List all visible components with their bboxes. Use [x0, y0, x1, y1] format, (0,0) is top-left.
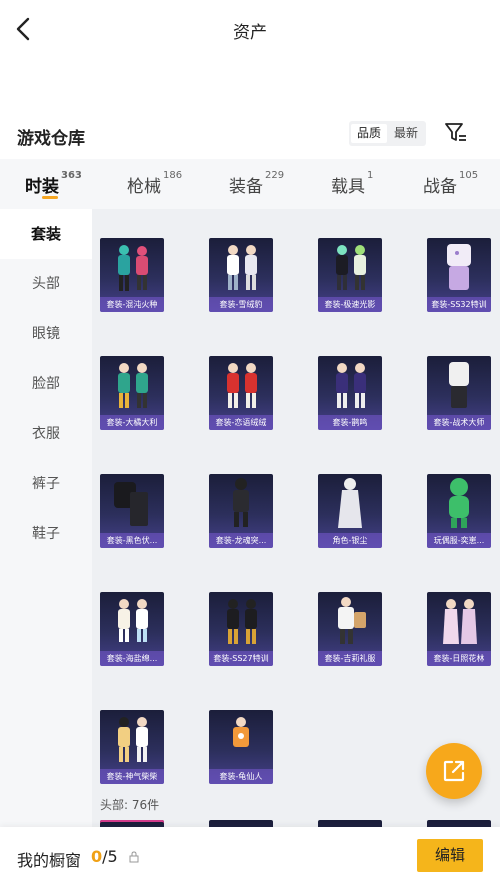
tab-label: 枪械: [127, 177, 161, 197]
showcase-current: 0: [91, 847, 103, 866]
tab-label: 载具: [331, 177, 365, 197]
outfit-thumbnail: [227, 245, 257, 290]
tab-count: 186: [163, 170, 183, 181]
item-card[interactable]: 套装-大橘大利: [100, 356, 164, 430]
tab-vehicles[interactable]: 载具1: [331, 170, 374, 197]
item-card[interactable]: 套装-鹊鸣: [318, 356, 382, 430]
item-card[interactable]: 套装-海盐绵...: [100, 592, 164, 666]
share-icon: [443, 760, 465, 782]
active-tab-indicator: [42, 196, 58, 199]
sidebar-item-face[interactable]: 脸部: [0, 359, 92, 409]
filter-icon[interactable]: [444, 121, 468, 145]
item-card[interactable]: 套装-恋语绒绒: [209, 356, 273, 430]
outfit-thumbnail: [338, 478, 362, 528]
tab-supplies[interactable]: 战备105: [423, 170, 479, 197]
item-name: 套装-恋语绒绒: [209, 415, 273, 430]
item-name: 套装-黑色伏...: [100, 533, 164, 548]
item-card[interactable]: 套装-神气柴柴: [100, 710, 164, 784]
outfit-thumbnail: [338, 597, 366, 644]
sort-toggle: 品质 最新: [349, 121, 426, 146]
item-card[interactable]: 套装-龟仙人: [209, 710, 273, 784]
item-name: 套装-日照花林: [427, 651, 491, 666]
outfit-thumbnail: [449, 478, 469, 528]
outfit-thumbnail: [118, 717, 148, 762]
outfit-thumbnail: [443, 599, 477, 644]
sidebar-item-suits[interactable]: 套装: [0, 209, 92, 259]
sidebar: 套装 头部 眼镜 脸部 衣服 裤子 鞋子: [0, 209, 92, 885]
share-button[interactable]: [426, 743, 482, 799]
outfit-thumbnail: [227, 363, 257, 408]
tab-count: 229: [265, 170, 285, 181]
tab-label: 装备: [229, 177, 263, 197]
category-tabs: 时装363 枪械186 装备229 载具1 战备105: [0, 159, 500, 209]
outfit-thumbnail: [233, 478, 249, 527]
tab-equipment[interactable]: 装备229: [229, 170, 285, 197]
item-card[interactable]: 套装-雪绒豹: [209, 238, 273, 312]
tab-count: 105: [459, 170, 479, 181]
tab-label: 时装: [25, 177, 59, 197]
item-name: 套装-龙魂突...: [209, 533, 273, 548]
outfit-thumbnail: [118, 363, 148, 408]
item-name: 套装-SS32特训: [427, 297, 491, 312]
sidebar-item-clothes[interactable]: 衣服: [0, 409, 92, 459]
item-name: 套装-混沌火种: [100, 297, 164, 312]
item-name: 套装-战术大师: [427, 415, 491, 430]
item-card[interactable]: 套装-黑色伏...: [100, 474, 164, 548]
showcase-total: /5: [102, 847, 118, 866]
sort-latest-button[interactable]: 最新: [388, 124, 424, 143]
item-card[interactable]: 套装-混沌火种: [100, 238, 164, 312]
showcase-count: 0/5: [91, 847, 118, 866]
sidebar-item-pants[interactable]: 裤子: [0, 459, 92, 509]
outfit-thumbnail: [118, 245, 148, 291]
outfit-thumbnail: [233, 717, 249, 747]
item-card[interactable]: 套装-龙魂突...: [209, 474, 273, 548]
showcase-bar: 我的橱窗 0/5 编辑: [0, 827, 500, 885]
sort-quality-button[interactable]: 品质: [351, 124, 387, 143]
item-card[interactable]: 套装-日照花林: [427, 592, 491, 666]
showcase-label: 我的橱窗: [17, 851, 82, 870]
tab-label: 战备: [423, 177, 457, 197]
item-name: 套装-海盐绵...: [100, 651, 164, 666]
sidebar-item-shoes[interactable]: 鞋子: [0, 509, 92, 559]
item-name: 套装-大橘大利: [100, 415, 164, 430]
item-card[interactable]: 角色-银尘: [318, 474, 382, 548]
outfit-thumbnail: [447, 244, 471, 290]
outfit-thumbnail: [118, 599, 148, 642]
item-name: 套装-雪绒豹: [209, 297, 273, 312]
item-name: 套装-吉莉礼服: [318, 651, 382, 666]
top-bar: 资产: [0, 0, 500, 58]
item-name: 角色-银尘: [318, 533, 382, 548]
item-name: 套装-极速光影: [318, 297, 382, 312]
item-card[interactable]: 套装-SS27特训: [209, 592, 273, 666]
item-card[interactable]: 套装-吉莉礼服: [318, 592, 382, 666]
outfit-thumbnail: [114, 482, 148, 526]
tab-count: 1: [367, 170, 374, 181]
page-title: 资产: [233, 23, 267, 43]
item-name: 套装-龟仙人: [209, 769, 273, 784]
section-head-count: 头部: 76件: [100, 798, 160, 812]
tab-count: 363: [61, 170, 82, 181]
tab-fashion[interactable]: 时装363: [25, 170, 82, 197]
lock-icon: [129, 851, 139, 863]
item-name: 套装-鹊鸣: [318, 415, 382, 430]
item-name: 套装-神气柴柴: [100, 769, 164, 784]
edit-button[interactable]: 编辑: [417, 839, 483, 872]
outfit-thumbnail: [449, 362, 469, 408]
warehouse-title: 游戏仓库: [17, 129, 85, 149]
outfit-thumbnail: [336, 245, 366, 290]
sidebar-item-glasses[interactable]: 眼镜: [0, 309, 92, 359]
item-name: 玩偶服-奕崽...: [427, 533, 491, 548]
item-card[interactable]: 套装-战术大师: [427, 356, 491, 430]
item-card[interactable]: 套装-SS32特训: [427, 238, 491, 312]
item-card[interactable]: 玩偶服-奕崽...: [427, 474, 491, 548]
item-card[interactable]: 套装-极速光影: [318, 238, 382, 312]
outfit-thumbnail: [227, 599, 257, 644]
outfit-thumbnail: [336, 363, 366, 408]
item-name: 套装-SS27特训: [209, 651, 273, 666]
sidebar-item-head[interactable]: 头部: [0, 259, 92, 309]
tab-guns[interactable]: 枪械186: [127, 170, 183, 197]
